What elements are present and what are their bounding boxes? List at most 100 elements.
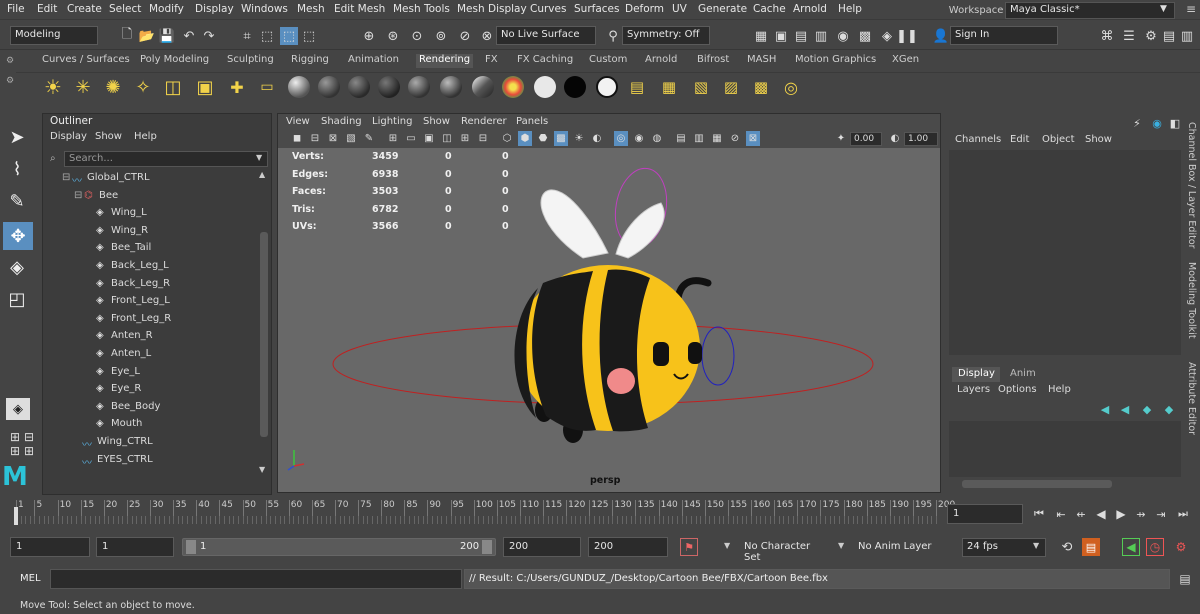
wireframe-icon[interactable]: ⬡ [500,131,514,146]
shelf-tab-sculpting[interactable]: Sculpting [227,54,274,68]
viewport-menu-renderer[interactable]: Renderer [461,116,507,127]
viewport-menu-show[interactable]: Show [423,116,450,127]
symmetry-icon[interactable]: ⚲ [604,27,622,45]
ipr-icon[interactable]: ◎ [778,74,804,100]
area-light-icon[interactable]: ✺ [100,74,126,100]
range-handle-start[interactable] [186,540,196,554]
select-by-type-icon[interactable]: ⬚ [300,27,318,45]
cache-icon[interactable]: ▤ [1082,538,1100,556]
render-setup-icon[interactable]: ▩ [856,27,874,45]
layer-menu-help[interactable]: Help [1048,384,1071,395]
go-to-start-icon[interactable]: ⏮ [1030,505,1048,523]
viewport-menu-panels[interactable]: Panels [516,116,548,127]
exposure-icon[interactable]: ✦ [834,131,848,146]
layer-scrollbar[interactable] [962,480,1112,488]
batch-render-icon[interactable]: ▩ [748,74,774,100]
shelf-tab-fx-caching[interactable]: FX Caching [517,54,573,68]
camera-select-icon[interactable]: ◼ [290,131,304,146]
ambient-light-icon[interactable]: ▣ [192,74,218,100]
camera-aim-icon[interactable]: ▭ [254,74,280,100]
wireframe-on-shaded-icon[interactable]: ⬣ [536,131,550,146]
render-view-icon[interactable]: ▦ [752,27,770,45]
field-chart-icon[interactable]: ⊞ [458,131,472,146]
lasso-tool-icon[interactable]: ⌇ [8,159,26,180]
render-frame-icon[interactable]: ▣ [772,27,790,45]
shelf-tab-poly-modeling[interactable]: Poly Modeling [140,54,209,68]
camera-icon[interactable]: ✚ [224,74,250,100]
gamma-icon[interactable]: ◐ [888,131,902,146]
select-hierarchy-icon[interactable]: ⌗ [238,27,256,45]
outliner-menu-display[interactable]: Display [50,131,87,142]
render-region-icon[interactable]: ▧ [688,74,714,100]
grease-pencil-icon[interactable]: ✎ [362,131,376,146]
scale-tool-icon[interactable]: ◰ [8,289,26,310]
play-forward-icon[interactable]: ▶ [1112,505,1130,523]
shelf-settings-icon[interactable]: ⚙ ⚙ [6,56,16,102]
play-backward-icon[interactable]: ◀ [1092,505,1110,523]
animation-start-field[interactable]: 1 [10,537,90,557]
step-back-key-icon[interactable]: ⇤ [1052,505,1070,523]
outliner-item[interactable]: ◈ Front_Leg_L [46,293,260,310]
black-shader-icon[interactable] [562,74,588,100]
camera-attr-icon[interactable]: ⊟ [308,131,322,146]
smooth-shade-icon[interactable]: ⬢ [518,131,532,146]
dof-icon[interactable]: ⊘ [728,131,742,146]
sign-in-dropdown[interactable]: Sign In [950,26,1058,45]
new-layer-selected-icon[interactable]: ◆ [1160,400,1178,418]
menu-item-mesh-tools[interactable]: Mesh Tools [393,3,450,15]
tab-display[interactable]: Display [952,367,1000,382]
ipr-render-icon[interactable]: ▤ [792,27,810,45]
mel-label[interactable]: MEL [20,573,41,584]
channel-menu-channels[interactable]: Channels [955,134,1001,145]
step-back-frame-icon[interactable]: ⇷ [1072,505,1090,523]
shelf-tab-rendering[interactable]: Rendering [416,54,474,68]
chevron-down-icon[interactable]: ▼ [838,541,844,550]
range-slider[interactable] [182,538,496,556]
shelf-tab-bifrost[interactable]: Bifrost [697,54,729,68]
playback-end-field[interactable]: 200 [503,537,581,557]
shelf-tab-rigging[interactable]: Rigging [291,54,329,68]
side-tab-modeling-toolkit[interactable]: Modeling Toolkit [1186,262,1197,339]
shelf-tab-curves-surfaces[interactable]: Curves / Surfaces [42,54,130,68]
film-gate-icon[interactable]: ▭ [404,131,418,146]
point-light-icon[interactable]: ✳ [70,74,96,100]
playback-start-field[interactable]: 1 [96,537,174,557]
viewport-menu-lighting[interactable]: Lighting [372,116,412,127]
outliner-item[interactable]: ◈ Eye_R [46,381,260,398]
colorful-shader-icon[interactable] [500,74,526,100]
new-scene-icon[interactable]: 🗋 [118,27,136,45]
lambert-material-icon[interactable] [316,74,342,100]
light-editor-icon[interactable]: ◈ [878,27,896,45]
isolate-icon[interactable]: ⊠ [746,131,760,146]
snap-point-icon[interactable]: ⊙ [408,27,426,45]
menu-item-help[interactable]: Help [838,3,862,15]
layout-persp-icon[interactable]: ⊞ [20,442,38,460]
render-settings-shelf-icon[interactable]: ▨ [718,74,744,100]
spot-light-icon[interactable]: ✧ [130,74,156,100]
range-handle-end[interactable] [482,540,492,554]
paint-select-icon[interactable]: ✎ [8,191,26,212]
expand-icon[interactable]: ⊟ [74,190,82,201]
menu-item-generate[interactable]: Generate [698,3,747,15]
new-layer-icon[interactable]: ◆ [1138,400,1156,418]
animation-prefs-icon[interactable]: ⚙ [1172,538,1190,556]
white-shader-icon[interactable] [532,74,558,100]
expand-icon[interactable]: ⊟ [62,172,70,183]
toggle-tool-icon[interactable]: ◧ [1166,114,1184,132]
render-graph-icon[interactable]: ▤ [624,74,650,100]
chevron-down-icon[interactable]: ▼ [724,541,730,550]
xray-icon[interactable]: ◎ [614,131,628,146]
menu-item-edit-mesh[interactable]: Edit Mesh [334,3,385,15]
outliner-item[interactable]: ◈ Back_Leg_L [46,258,260,275]
menu-item-uv[interactable]: UV [672,3,687,15]
viewport-menu-view[interactable]: View [286,116,310,127]
loop-icon[interactable]: ⟲ [1058,538,1076,556]
mel-command-input[interactable] [50,569,462,589]
render-icon[interactable]: ▦ [656,74,682,100]
outliner-menu-help[interactable]: Help [134,131,157,142]
outliner-item[interactable]: ◈ Anten_R [46,328,260,345]
symmetry-dropdown[interactable]: Symmetry: Off [622,26,710,45]
animation-end-field[interactable]: 200 [588,537,668,557]
outliner-item[interactable]: ◈ Bee_Tail [46,240,260,257]
toggle-channel-icon[interactable]: ⚡ [1128,114,1146,132]
